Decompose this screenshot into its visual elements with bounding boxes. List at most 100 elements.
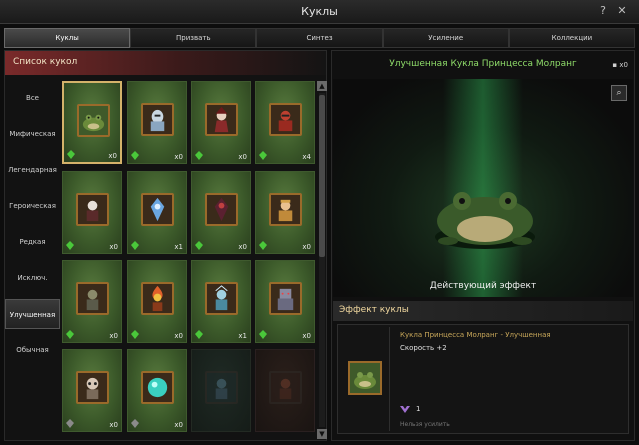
doll-detail-panel: Улучшенная Кукла Принцесса Молранг ▪ x0 … (331, 50, 635, 441)
frog-doll-icon (348, 361, 382, 395)
category-rare[interactable]: Редкая (5, 227, 60, 257)
fire-doll-icon (141, 282, 174, 315)
doll-count: x0 (108, 152, 117, 160)
green-gem-icon (131, 330, 139, 339)
doll-count: x0 (174, 153, 183, 161)
green-gem-icon (259, 241, 267, 250)
doll-slot[interactable]: x0 (255, 171, 315, 254)
doll-slot[interactable]: x0 (62, 260, 122, 343)
effect-stat: Скорость +2 (400, 344, 447, 352)
doll-showcase: ⌕ (333, 79, 633, 297)
category-common[interactable]: Обычная (5, 335, 60, 365)
doll-slot[interactable]: x0 (62, 349, 122, 432)
mage-doll-icon (205, 103, 238, 136)
zoom-icon[interactable]: ⌕ (611, 85, 627, 101)
effect-icon-box (340, 327, 390, 431)
green-gem-icon (259, 330, 267, 339)
knight-doll-icon (141, 103, 174, 136)
effect-level: 1 (416, 405, 421, 413)
ice-doll-icon (205, 282, 238, 315)
doll-name: Улучшенная Кукла Принцесса Молранг (389, 59, 577, 69)
green-gem-icon (259, 151, 267, 160)
scroll-thumb[interactable] (319, 95, 325, 257)
frog-doll-icon (77, 104, 110, 137)
doll-count: x0 (302, 332, 311, 340)
doll-slot[interactable]: x0 (127, 81, 187, 164)
doll-count: x1 (238, 332, 247, 340)
doll-slot[interactable]: x0 (191, 81, 251, 164)
pale-doll-icon (76, 193, 109, 226)
enhance-note: Нельзя усилить (400, 421, 450, 428)
category-mythic[interactable]: Мифическая (5, 119, 60, 149)
doll-slot[interactable]: x0 (62, 171, 122, 254)
scroll-up-icon[interactable]: ▲ (317, 81, 327, 91)
window-title: Куклы (301, 5, 338, 18)
green-gem-icon (131, 151, 139, 160)
green-gem-icon (66, 241, 74, 250)
window-titlebar: Куклы ? ✕ (0, 0, 639, 24)
doll-list-scrollbar[interactable]: ▲ ▼ (317, 81, 327, 439)
tab-collections[interactable]: Коллекции (508, 28, 636, 48)
category-exclusive[interactable]: Исключ. (5, 263, 60, 293)
doll-slot[interactable]: x0 (62, 81, 122, 164)
effect-header-title: Эффект куклы (339, 305, 409, 315)
doll-count: x0 (109, 421, 118, 429)
close-button[interactable]: ✕ (616, 4, 628, 18)
green-gem-icon (67, 150, 75, 159)
tab-summon[interactable]: Призвать (130, 28, 257, 48)
doll-count: x1 (174, 243, 183, 251)
tab-enhance[interactable]: Усиление (382, 28, 509, 48)
doll-list-title: Список кукол (13, 57, 78, 67)
doll-slot[interactable]: x1 (191, 260, 251, 343)
gray-gem-icon (66, 419, 74, 428)
dark-armor-doll-icon (205, 193, 238, 226)
doll-slot[interactable]: x4 (255, 81, 315, 164)
golem-doll-icon (269, 282, 302, 315)
green-gem-icon (66, 330, 74, 339)
category-heroic[interactable]: Героическая (5, 191, 60, 221)
golden-doll-icon (269, 193, 302, 226)
doll-count: x0 (109, 332, 118, 340)
green-gem-icon (195, 151, 203, 160)
blue-armor-doll-icon (141, 193, 174, 226)
doll-slot[interactable]: x0 (127, 260, 187, 343)
doll-slot-locked[interactable] (255, 349, 315, 432)
locked-doll-icon (269, 371, 302, 404)
doll-slot[interactable]: x0 (127, 349, 187, 432)
category-all[interactable]: Все (5, 83, 60, 113)
red-warrior-doll-icon (269, 103, 302, 136)
category-improved[interactable]: Улучшенная (5, 299, 60, 329)
skull-doll-icon (76, 371, 109, 404)
green-gem-icon (195, 330, 203, 339)
doll-count: x0 (302, 243, 311, 251)
scroll-down-icon[interactable]: ▼ (317, 429, 327, 439)
category-legendary[interactable]: Легендарная (5, 155, 60, 185)
tab-dolls[interactable]: Куклы (4, 28, 131, 48)
doll-count: x0 (174, 332, 183, 340)
tab-synthesis[interactable]: Синтез (256, 28, 383, 48)
doll-owned-count-value: x0 (619, 61, 628, 69)
green-gem-icon (131, 241, 139, 250)
doll-slot[interactable]: x0 (191, 171, 251, 254)
orb-doll-icon (141, 371, 174, 404)
locked-doll-icon (205, 371, 238, 404)
rank-icon (400, 406, 410, 413)
doll-list-panel: Список кукол Все Мифическая Легендарная … (4, 50, 327, 441)
doll-count: x0 (238, 243, 247, 251)
active-effect-label: Действующий эффект (429, 281, 537, 291)
doll-slot[interactable]: x1 (127, 171, 187, 254)
green-gem-icon (195, 241, 203, 250)
effect-name: Кукла Принцесса Молранг - Улучшенная (400, 331, 551, 339)
doll-count: x0 (109, 243, 118, 251)
stone-doll-icon (76, 282, 109, 315)
doll-owned-count: ▪ x0 (612, 61, 628, 69)
effect-header: Эффект куклы (333, 301, 633, 321)
effect-details: Кукла Принцесса Молранг - Улучшенная Ско… (337, 324, 629, 434)
doll-list-header: Список кукол (5, 51, 326, 75)
doll-count: x4 (302, 153, 311, 161)
doll-slot-locked[interactable] (191, 349, 251, 432)
doll-count: x0 (174, 421, 183, 429)
doll-slot[interactable]: x0 (255, 260, 315, 343)
help-button[interactable]: ? (597, 4, 609, 18)
doll-count: x0 (238, 153, 247, 161)
